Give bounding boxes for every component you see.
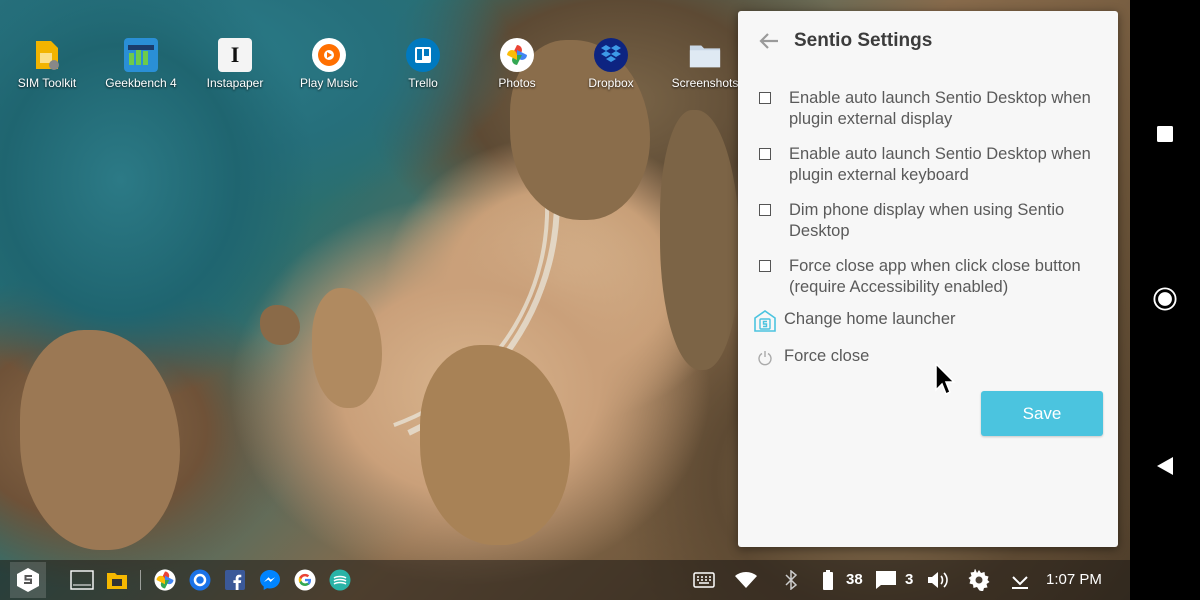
- clock: 1:07 PM: [1046, 571, 1102, 588]
- file-manager-icon[interactable]: [105, 568, 129, 592]
- home-button[interactable]: [1153, 287, 1177, 311]
- option-label: Enable auto launch Sentio Desktop when p…: [789, 89, 1091, 128]
- power-icon: [753, 346, 777, 370]
- sentio-home-icon: [753, 309, 777, 333]
- option-auto-launch-display[interactable]: Enable auto launch Sentio Desktop when p…: [758, 88, 1104, 129]
- back-arrow-icon[interactable]: [758, 30, 780, 52]
- pinned-settings-icon[interactable]: [188, 568, 212, 592]
- desktop-icon-play-music[interactable]: Play Music: [284, 38, 374, 90]
- desktop-icon-label: Geekbench 4: [105, 76, 177, 90]
- desktop-icon-instapaper[interactable]: I Instapaper: [190, 38, 280, 90]
- wifi-icon[interactable]: [734, 568, 758, 592]
- option-auto-launch-keyboard[interactable]: Enable auto launch Sentio Desktop when p…: [758, 144, 1104, 185]
- play-music-icon: [312, 38, 346, 72]
- desktop-icon-trello[interactable]: Trello: [378, 38, 468, 90]
- recents-button[interactable]: [1153, 122, 1177, 146]
- action-label: Force close: [784, 347, 870, 365]
- sentio-start-icon[interactable]: [10, 562, 46, 598]
- save-button[interactable]: Save: [981, 391, 1103, 436]
- keyboard-icon[interactable]: [692, 568, 716, 592]
- desktop-icon-photos[interactable]: Photos: [472, 38, 562, 90]
- terminal-icon[interactable]: [70, 568, 94, 592]
- option-label: Dim phone display when using Sentio Desk…: [789, 201, 1065, 240]
- navigation-bar: [1130, 0, 1200, 600]
- desktop-icon-screenshots[interactable]: Screenshots: [660, 38, 750, 90]
- battery-icon[interactable]: [816, 568, 840, 592]
- geekbench-icon: [124, 38, 158, 72]
- option-label: Enable auto launch Sentio Desktop when p…: [789, 145, 1091, 184]
- panel-header: Sentio Settings: [738, 11, 1118, 71]
- desktop-icon-sim-toolkit[interactable]: SIM Toolkit: [2, 38, 92, 90]
- desktop-icon-dropbox[interactable]: Dropbox: [566, 38, 656, 90]
- back-button[interactable]: [1153, 454, 1177, 478]
- taskbar: 38 3 1:07 PM: [0, 560, 1130, 600]
- desktop-icon-label: Trello: [408, 76, 438, 90]
- volume-icon[interactable]: [926, 568, 950, 592]
- sentio-settings-panel: Sentio Settings Enable auto launch Senti…: [738, 11, 1118, 547]
- pinned-facebook-icon[interactable]: [223, 568, 247, 592]
- option-dim-phone-display[interactable]: Dim phone display when using Sentio Desk…: [758, 200, 1104, 241]
- desktop-icon-label: Instapaper: [206, 76, 264, 90]
- desktop-icon-label: Dropbox: [588, 76, 634, 90]
- notifications-icon[interactable]: [874, 568, 898, 592]
- trello-icon: [406, 38, 440, 72]
- pinned-messenger-icon[interactable]: [258, 568, 282, 592]
- instapaper-icon: I: [218, 38, 252, 72]
- folder-icon: [688, 38, 722, 72]
- page-title: Sentio Settings: [794, 30, 933, 51]
- mouse-cursor-icon: [934, 362, 956, 401]
- battery-level: 38: [846, 571, 863, 588]
- desktop-icon-label: Play Music: [299, 76, 358, 90]
- option-force-close-on-close[interactable]: Force close app when click close button …: [758, 256, 1104, 297]
- photos-icon: [500, 38, 534, 72]
- bluetooth-icon[interactable]: [779, 568, 803, 592]
- checkbox[interactable]: [759, 92, 771, 104]
- action-label: Change home launcher: [784, 310, 956, 328]
- action-force-close[interactable]: Force close: [758, 346, 1104, 370]
- pinned-photos-icon[interactable]: [153, 568, 177, 592]
- action-change-home-launcher[interactable]: Change home launcher: [754, 309, 1104, 333]
- settings-gear-icon[interactable]: [967, 568, 991, 592]
- desktop-icon-label: Photos: [498, 76, 536, 90]
- desktop-icon-label: SIM Toolkit: [17, 76, 77, 90]
- option-label: Force close app when click close button …: [789, 257, 1081, 296]
- pinned-swiftkey-icon[interactable]: [328, 568, 352, 592]
- dropbox-icon: [594, 38, 628, 72]
- sim-toolkit-icon: [30, 38, 64, 72]
- taskbar-divider: [140, 570, 141, 590]
- checkbox[interactable]: [759, 260, 771, 272]
- desktop-icon-label: Screenshots: [671, 76, 739, 90]
- checkbox[interactable]: [759, 148, 771, 160]
- notification-count: 3: [905, 571, 914, 588]
- pinned-google-icon[interactable]: [293, 568, 317, 592]
- download-icon[interactable]: [1008, 568, 1032, 592]
- desktop-icon-geekbench[interactable]: Geekbench 4: [96, 38, 186, 90]
- checkbox[interactable]: [759, 204, 771, 216]
